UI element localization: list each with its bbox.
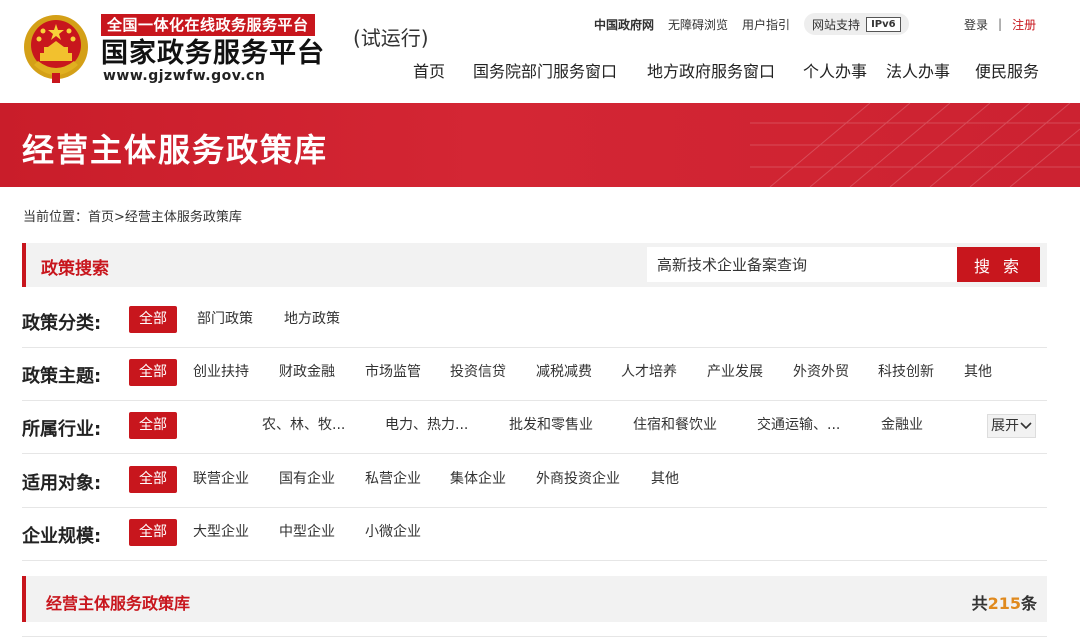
filter-label: 政策分类: (22, 313, 102, 334)
filter-option[interactable]: 地方政策 (284, 306, 340, 333)
count-number: 215 (987, 594, 1021, 613)
gov-site-link[interactable]: 中国政府网 (594, 16, 654, 33)
results-title: 经营主体服务政策库 (46, 594, 191, 613)
filter-option[interactable]: 小微企业 (365, 519, 421, 546)
nav-corporate-services[interactable]: 法人办事 (886, 58, 950, 82)
filter-option[interactable]: 农、林、牧... (262, 412, 345, 439)
filter-option-all[interactable]: 全部 (129, 412, 177, 439)
policy-search-panel: 政策搜索 搜 索 (22, 243, 1047, 287)
filter-option-all[interactable]: 全部 (129, 519, 177, 546)
filter-option[interactable]: 投资信贷 (450, 359, 506, 386)
chevron-down-icon (1020, 422, 1032, 430)
filter-option[interactable]: 部门政策 (197, 306, 253, 333)
results-count: 共215条 (972, 590, 1037, 614)
search-section-title: 政策搜索 (41, 259, 109, 279)
filter-option[interactable]: 科技创新 (878, 359, 934, 386)
filter-row-industry: 所属行业: 全部 农、林、牧... 电力、热力... 批发和零售业 住宿和餐饮业… (22, 401, 1047, 454)
ipv6-tag: IPv6 (866, 16, 901, 32)
filter-option[interactable]: 减税减费 (536, 359, 592, 386)
filter-label: 企业规模: (22, 526, 102, 547)
filter-label: 适用对象: (22, 473, 102, 494)
filter-option[interactable]: 市场监管 (365, 359, 421, 386)
filter-label: 政策主题: (22, 366, 102, 387)
register-link[interactable]: 注册 (1012, 16, 1036, 33)
filter-option[interactable]: 住宿和餐饮业 (633, 412, 717, 439)
filter-option[interactable]: 其他 (651, 466, 679, 493)
nav-home[interactable]: 首页 (413, 58, 445, 82)
page-banner: 经营主体服务政策库 (0, 103, 1080, 187)
login-link[interactable]: 登录 (964, 16, 988, 33)
filter-option[interactable]: 集体企业 (450, 466, 506, 493)
divider (22, 636, 1047, 637)
page-title: 经营主体服务政策库 (22, 131, 329, 169)
filter-option[interactable]: 金融业 (881, 412, 923, 439)
filter-label: 所属行业: (22, 419, 102, 440)
user-guide-link[interactable]: 用户指引 (742, 16, 790, 33)
filter-option-all[interactable]: 全部 (129, 466, 177, 493)
filter-row-policy-theme: 政策主题: 全部 创业扶持 财政金融 市场监管 投资信贷 减税减费 人才培养 产… (22, 348, 1047, 401)
filter-option[interactable]: 其他 (964, 359, 992, 386)
filter-option-all[interactable]: 全部 (129, 306, 177, 333)
banner-decoration (750, 103, 1080, 187)
filter-option[interactable]: 电力、热力... (385, 412, 468, 439)
expand-toggle-button[interactable]: 展开 (987, 414, 1036, 438)
nav-convenience-services[interactable]: 便民服务 (975, 58, 1039, 82)
filter-option[interactable]: 人才培养 (621, 359, 677, 386)
accessibility-link[interactable]: 无障碍浏览 (668, 16, 728, 33)
top-links: 中国政府网 无障碍浏览 用户指引 网站支持 IPv6 (594, 12, 909, 36)
nav-state-council-departments[interactable]: 国务院部门服务窗口 (473, 58, 617, 82)
filter-option[interactable]: 联营企业 (193, 466, 249, 493)
nav-local-government[interactable]: 地方政府服务窗口 (647, 58, 775, 82)
filter-option[interactable]: 交通运输、... (757, 412, 840, 439)
trial-label: (试运行) (353, 26, 429, 50)
filter-option-all[interactable]: 全部 (129, 359, 177, 386)
nav-personal-services[interactable]: 个人办事 (803, 58, 867, 82)
filter-option[interactable]: 外商投资企业 (536, 466, 620, 493)
filter-option[interactable]: 批发和零售业 (509, 412, 593, 439)
account-separator: | (998, 17, 1003, 31)
filter-option[interactable]: 创业扶持 (193, 359, 249, 386)
breadcrumb[interactable]: 当前位置：首页>经营主体服务政策库 (23, 206, 242, 225)
platform-subtitle-badge: 全国一体化在线政务服务平台 (101, 14, 315, 36)
filter-row-policy-category: 政策分类: 全部 部门政策 地方政策 (22, 295, 1047, 348)
filter-option[interactable]: 财政金融 (279, 359, 335, 386)
count-suffix: 条 (1020, 594, 1037, 613)
account-links: 登录 | 注册 (964, 12, 1036, 36)
filter-row-applicable-objects: 适用对象: 全部 联营企业 国有企业 私营企业 集体企业 外商投资企业 其他 (22, 455, 1047, 508)
results-header: 经营主体服务政策库 共215条 (22, 576, 1047, 622)
filter-option[interactable]: 私营企业 (365, 466, 421, 493)
filter-option[interactable]: 中型企业 (279, 519, 335, 546)
filter-option[interactable]: 外资外贸 (793, 359, 849, 386)
ipv6-support-badge: 网站支持 IPv6 (804, 13, 909, 35)
main-nav: 首页 国务院部门服务窗口 地方政府服务窗口 个人办事 法人办事 便民服务 (0, 58, 1080, 84)
filter-row-enterprise-scale: 企业规模: 全部 大型企业 中型企业 小微企业 (22, 508, 1047, 561)
filter-option[interactable]: 产业发展 (707, 359, 763, 386)
expand-label: 展开 (991, 418, 1019, 434)
filter-option[interactable]: 国有企业 (279, 466, 335, 493)
count-prefix: 共 (971, 594, 988, 613)
search-input[interactable] (647, 247, 957, 282)
site-header: 全国一体化在线政务服务平台 国家政务服务平台 www.gjzwfw.gov.cn… (0, 0, 1080, 103)
filter-option[interactable]: 大型企业 (193, 519, 249, 546)
ipv6-label: 网站支持 (812, 17, 861, 32)
search-button[interactable]: 搜 索 (957, 247, 1040, 282)
